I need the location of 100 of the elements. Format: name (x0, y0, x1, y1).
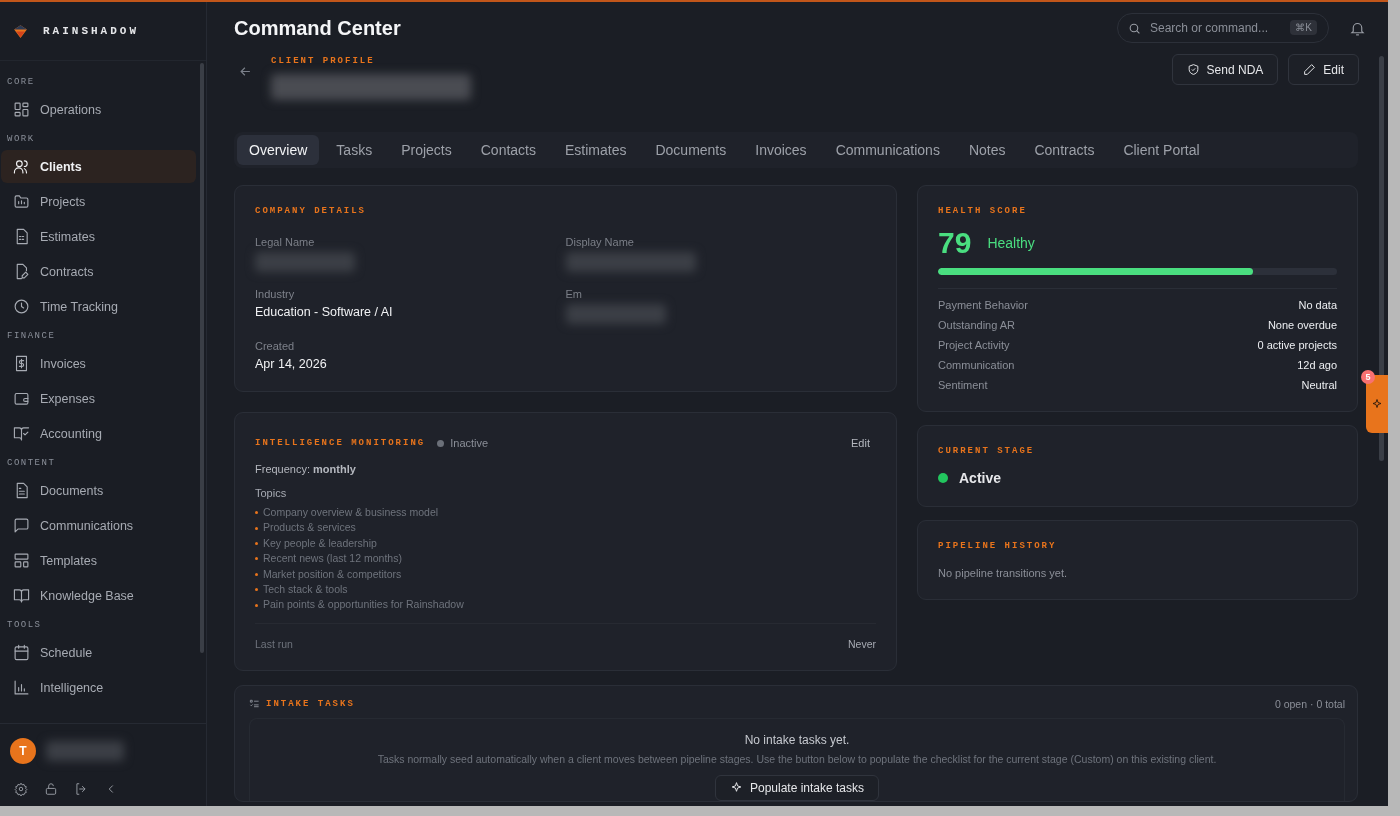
section-heading: TOOLS (6, 619, 43, 632)
field-label: Industry (255, 288, 296, 300)
section-heading: FINANCE (6, 330, 57, 343)
card-title: PIPELINE HISTORY (938, 541, 1058, 551)
bullet-icon (255, 557, 258, 561)
unlock-icon[interactable] (44, 782, 58, 796)
bar-chart-icon (13, 679, 30, 696)
dollar-receipt-icon (13, 355, 30, 372)
tab[interactable]: Projects (389, 135, 464, 165)
logo-icon (12, 22, 29, 40)
book-icon (13, 587, 30, 604)
wallet-icon (13, 390, 30, 407)
score-value: 79 (938, 226, 972, 260)
sidebar-item[interactable]: Accounting (1, 417, 196, 450)
metric-label: Project Activity (938, 339, 1010, 351)
metric-label: Communication (938, 359, 1015, 371)
sidebar-item[interactable]: Operations (1, 93, 196, 126)
field-value: Apr 14, 2026 (255, 357, 328, 371)
card-title: COMPANY DETAILS (255, 206, 367, 216)
tab[interactable]: Estimates (553, 135, 639, 165)
grid-icon (13, 101, 30, 118)
metric-value: None overdue (1267, 319, 1337, 331)
bullet-icon (255, 588, 258, 592)
assistant-tab[interactable] (1366, 375, 1388, 433)
sidebar-item[interactable]: Templates (1, 544, 196, 577)
brand-name: RAINSHADOW (43, 25, 139, 37)
edit-link[interactable]: Edit (851, 437, 870, 449)
tab[interactable]: Communications (823, 135, 952, 165)
tab[interactable]: Notes (956, 135, 1018, 165)
bullet-icon (255, 603, 258, 607)
card-title: CURRENT STAGE (938, 446, 1036, 456)
empty-title: No intake tasks yet. (744, 732, 850, 747)
topic-item: Market position & competitors (263, 566, 402, 582)
topics-heading: Topics (255, 487, 288, 499)
sidebar-item[interactable]: Intelligence (1, 671, 196, 704)
field-value: Education - Software / AI (255, 305, 394, 319)
field-label: Em (565, 288, 583, 300)
sidebar-item[interactable]: Schedule (1, 636, 196, 669)
sparkle-icon (1371, 398, 1383, 410)
empty-message: No pipeline transitions yet. (938, 567, 1068, 579)
sidebar-item[interactable]: Expenses (1, 382, 196, 415)
topic-item: Key people & leadership (263, 535, 377, 551)
field-label: Legal Name (255, 236, 316, 248)
notification-badge: 5 (1361, 370, 1375, 384)
score-status: Healthy (987, 235, 1035, 251)
card-title: INTELLIGENCE MONITORING (255, 438, 426, 448)
bullet-icon (255, 572, 258, 576)
tab[interactable]: Tasks (324, 135, 385, 165)
sidebar-item[interactable]: Contracts (1, 255, 196, 288)
layout-icon (13, 552, 30, 569)
tab[interactable]: Contracts (1022, 135, 1107, 165)
topic-item: Recent news (last 12 months) (263, 551, 402, 567)
sidebar-item[interactable]: Invoices (1, 347, 196, 380)
shortcut-key: ⌘K (1290, 20, 1317, 35)
sidebar-item[interactable]: Knowledge Base (1, 579, 196, 612)
topic-item: Tech stack & tools (263, 582, 348, 598)
sidebar-item[interactable]: Clients (1, 150, 196, 183)
card-title: INTAKE TASKS (266, 698, 355, 709)
clock-icon (13, 298, 30, 315)
edit-button[interactable]: Edit (1288, 54, 1359, 85)
stage-label: Active (959, 470, 1002, 486)
scrollbar[interactable] (200, 63, 204, 653)
field-label: Created (255, 340, 296, 352)
logout-icon[interactable] (74, 782, 88, 796)
frequency-text: Frequency: monthly (255, 463, 357, 475)
metric-value: Neutral (1301, 379, 1337, 391)
calendar-icon (13, 644, 30, 661)
page-title: Command Center (234, 16, 401, 40)
sparkle-icon (729, 781, 743, 795)
metric-value: 0 active projects (1257, 339, 1337, 351)
settings-icon[interactable] (14, 782, 28, 796)
bullet-icon (255, 526, 258, 530)
empty-description: Tasks normally seed automatically when a client moves between pipeline stages. Use the button below to populate the checklist for the current stage (Custom) on this existing client. (377, 752, 1217, 765)
tab[interactable]: Overview (237, 135, 320, 165)
shield-icon (1186, 63, 1200, 76)
sidebar-item[interactable]: Time Tracking (1, 290, 196, 323)
tab[interactable]: Invoices (743, 135, 819, 165)
back-arrow-icon[interactable] (238, 64, 253, 79)
checklist-icon (249, 698, 260, 710)
task-count: 0 open · 0 total (1274, 697, 1345, 710)
metric-value: 12d ago (1297, 359, 1337, 371)
sidebar-item[interactable]: Projects (1, 185, 196, 218)
last-run-value: Never (848, 637, 876, 650)
tab[interactable]: Client Portal (1111, 135, 1212, 165)
tab[interactable]: Contacts (468, 135, 548, 165)
topic-item: Company overview & business model (263, 505, 439, 520)
folder-icon (13, 193, 30, 210)
tab[interactable]: Documents (643, 135, 739, 165)
sidebar-item[interactable]: Estimates (1, 220, 196, 253)
topic-item: Pain points & opportunities for Rainshadow (263, 597, 464, 613)
bullet-icon (255, 511, 258, 515)
sidebar-item[interactable]: Communications (1, 509, 196, 542)
sidebar-item[interactable]: Documents (1, 474, 196, 507)
section-heading: CONTENT (6, 457, 57, 470)
eyebrow-label: CLIENT PROFILE (271, 56, 376, 66)
populate-button[interactable]: Populate intake tasks (714, 774, 880, 801)
metric-label: Sentiment (938, 379, 988, 391)
field-label: Display Name (565, 236, 635, 248)
send-nda-button[interactable]: Send NDA (1171, 54, 1279, 85)
topic-item: Products & services (263, 520, 356, 536)
